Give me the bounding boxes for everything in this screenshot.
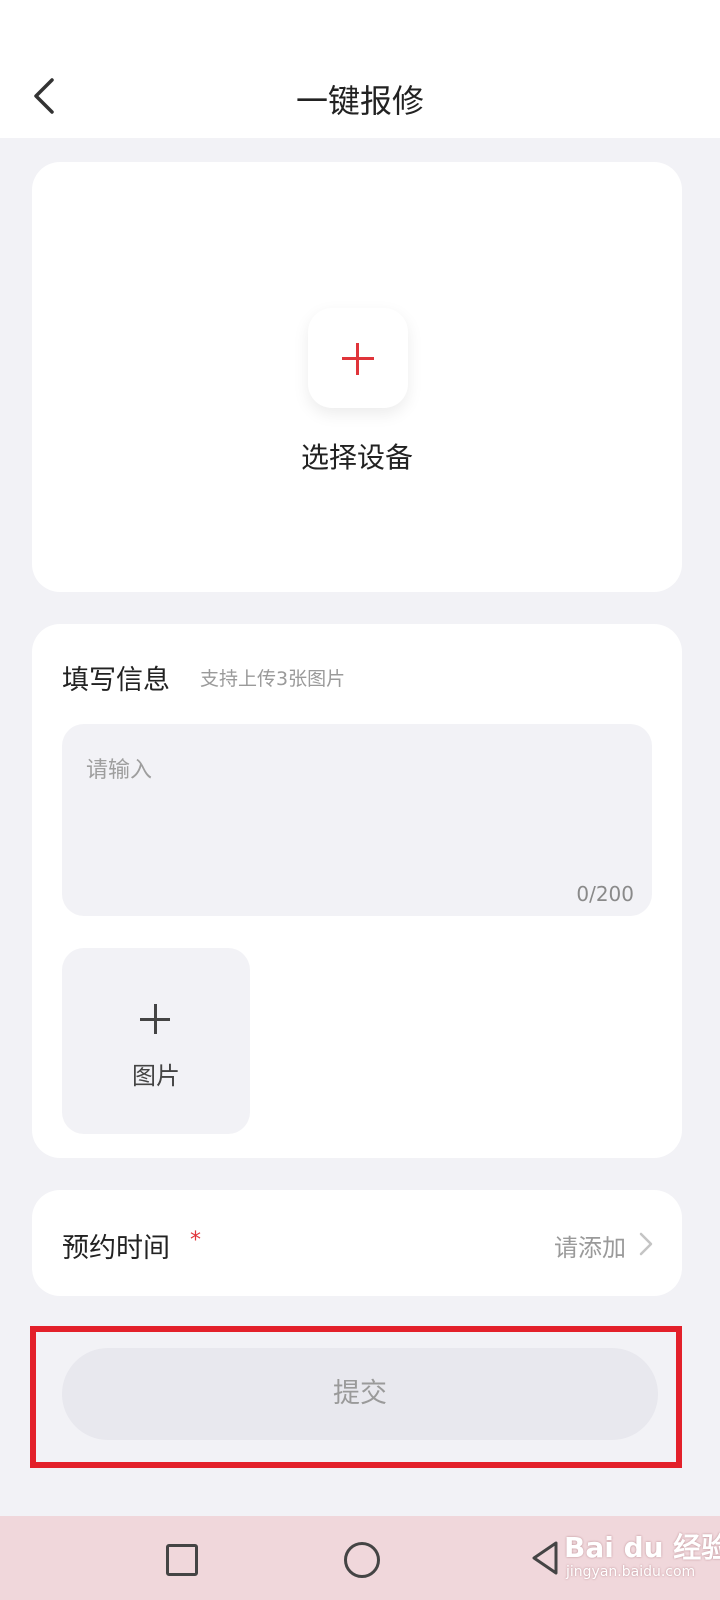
appointment-time-value: 请添加 [554,1234,626,1262]
select-device-card: 选择设备 [32,162,682,592]
add-image-label: 图片 [132,1062,180,1090]
system-nav-bar: Bai du 经验 jingyan.baidu.com [0,1516,720,1600]
section-title: 填写信息 [62,665,170,696]
recent-apps-icon[interactable] [166,1544,198,1576]
add-image-button[interactable]: 图片 [62,948,250,1134]
required-asterisk: * [190,1228,201,1253]
nav-back-icon[interactable] [530,1540,560,1576]
page-title: 一键报修 [295,82,424,120]
submit-button[interactable]: 提交 [62,1348,658,1440]
char-counter: 0/200 [576,882,634,906]
top-app-bar: 一键报修 [0,0,720,138]
home-icon[interactable] [344,1542,380,1578]
appointment-time-label: 预约时间 [62,1233,170,1264]
fill-info-card: 填写信息 支持上传3张图片 请输入 0/200 图片 [32,624,682,1158]
watermark: Bai du 经验 jingyan.baidu.com [564,1524,720,1590]
select-device-label: 选择设备 [300,441,413,474]
watermark-text: Bai du 经验 [564,1531,720,1564]
chevron-right-icon [639,1232,653,1256]
upload-hint: 支持上传3张图片 [200,668,346,690]
add-device-button[interactable] [308,308,408,408]
watermark-url: jingyan.baidu.com [566,1564,696,1580]
appointment-time-row[interactable]: 预约时间 * 请添加 [32,1190,682,1296]
description-input[interactable]: 请输入 0/200 [62,724,652,916]
input-placeholder: 请输入 [86,758,153,783]
